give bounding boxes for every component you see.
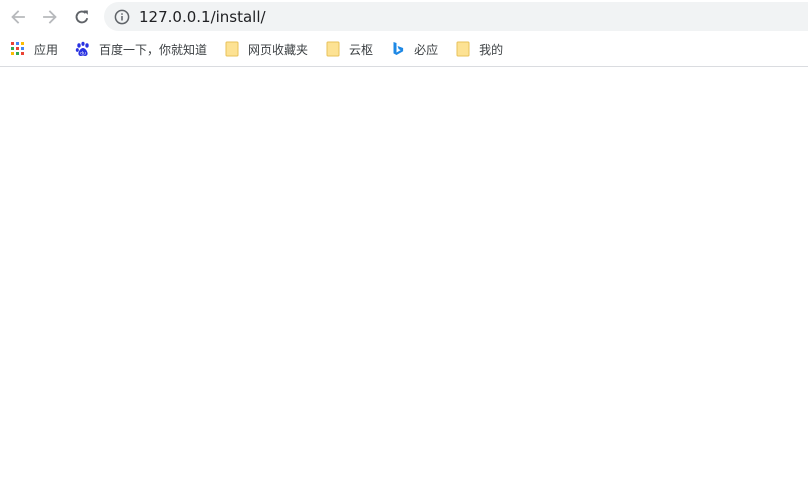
bookmark-folder-mine[interactable]: 我的: [455, 37, 503, 61]
bookmark-label: 百度一下，你就知道: [99, 42, 208, 57]
bookmarks-bar: 应用 du 百度一下，你就知道 网页收藏夹 云枢 必应 我的: [0, 36, 808, 62]
bookmark-baidu[interactable]: du 百度一下，你就知道: [75, 37, 207, 61]
browser-window: 127.0.0.1/install/ 应用 du 百度一下，你就知道 网页收藏夹…: [0, 0, 808, 496]
bookmark-folder-yunshu[interactable]: 云枢: [325, 37, 373, 61]
bookmark-folder-favorites[interactable]: 网页收藏夹: [224, 37, 308, 61]
site-info-icon[interactable]: [114, 9, 130, 25]
bookmark-label: 必应: [414, 42, 439, 57]
bookmark-label: 我的: [479, 42, 504, 57]
bookmark-label: 云枢: [349, 42, 374, 57]
folder-icon: [455, 41, 471, 57]
page-content: [0, 67, 808, 496]
bookmark-apps[interactable]: 应用: [10, 37, 58, 61]
bing-icon: [390, 41, 406, 57]
back-button[interactable]: [5, 4, 31, 30]
folder-icon: [224, 41, 240, 57]
folder-icon: [325, 41, 341, 57]
address-bar[interactable]: 127.0.0.1/install/: [104, 2, 808, 31]
arrow-right-icon: [43, 10, 57, 24]
browser-toolbar: 127.0.0.1/install/: [0, 0, 808, 33]
svg-text:du: du: [80, 51, 86, 57]
url-text[interactable]: 127.0.0.1/install/: [139, 8, 266, 26]
bookmark-label: 应用: [34, 42, 59, 57]
bookmark-label: 网页收藏夹: [248, 42, 309, 57]
reload-icon: [75, 10, 89, 24]
apps-grid-icon: [10, 41, 26, 57]
reload-button[interactable]: [69, 4, 95, 30]
arrow-left-icon: [11, 10, 25, 24]
bookmark-bing[interactable]: 必应: [390, 37, 438, 61]
forward-button[interactable]: [37, 4, 63, 30]
baidu-paw-icon: du: [75, 41, 91, 57]
